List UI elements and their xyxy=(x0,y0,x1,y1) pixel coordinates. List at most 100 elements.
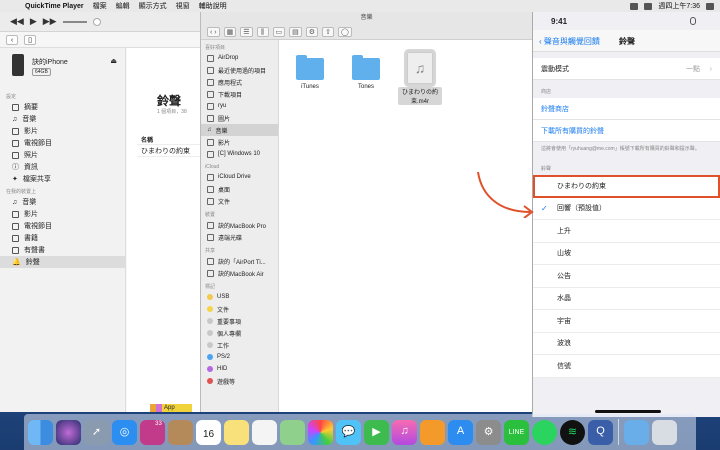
sidebar-tag-games[interactable]: 遊戲等 xyxy=(201,375,278,387)
sidebar-item-documents[interactable]: 文件 xyxy=(201,195,278,207)
sidebar-item-movies[interactable]: 影片 xyxy=(201,136,278,148)
contacts-icon[interactable] xyxy=(168,419,193,445)
tone-item[interactable]: 山坡 xyxy=(533,242,720,265)
messages-icon[interactable]: 💬 xyxy=(336,419,361,445)
photos-icon[interactable] xyxy=(308,419,333,445)
view-list-button[interactable]: ☰ xyxy=(240,26,253,37)
photos-browser-icon[interactable]: 33 xyxy=(140,419,165,445)
device-header[interactable]: 訣的iPhone 64GB ⏏ xyxy=(0,48,125,90)
sidebar-item-music[interactable]: ♫ 音樂 xyxy=(0,113,125,125)
sidebar-item-desktop[interactable]: 桌面 xyxy=(201,183,278,195)
eject-icon[interactable]: ⏏ xyxy=(110,57,117,65)
tone-item-highlighted[interactable]: ひまわりの約束 xyxy=(533,175,720,198)
device-item-music[interactable]: ♫ 音樂 xyxy=(0,196,125,208)
trash-icon[interactable] xyxy=(652,419,677,445)
quicktime-icon[interactable]: Q xyxy=(588,419,613,445)
sidebar-item-tv[interactable]: 電視節目 xyxy=(0,137,125,149)
sidebar-tag-documents[interactable]: 文件 xyxy=(201,303,278,315)
tone-item[interactable]: 公告 xyxy=(533,265,720,288)
menu-window[interactable]: 視窗 xyxy=(176,1,190,11)
tag-button[interactable]: ◯ xyxy=(338,26,352,37)
sidebar-tag-personal[interactable]: 個人專欄 xyxy=(201,327,278,339)
system-preferences-icon[interactable]: ⚙ xyxy=(476,419,501,445)
sidebar-item-music[interactable]: ♫ 音樂 xyxy=(201,124,278,136)
app-store-icon[interactable]: A xyxy=(448,419,473,445)
device-item-audiobooks[interactable]: 有聲書 xyxy=(0,244,125,256)
tone-item[interactable]: 信號 xyxy=(533,355,720,378)
sidebar-item-info[interactable]: ⓘ 資訊 xyxy=(0,161,125,173)
sidebar-item-macbook-pro[interactable]: 訣的MacBook Pro xyxy=(201,219,278,231)
table-row[interactable]: ひまわりの約束 xyxy=(141,146,190,156)
vibration-cell[interactable]: 震動模式 一點 › xyxy=(533,58,720,80)
play-icon[interactable]: ▶ xyxy=(30,16,37,27)
sidebar-item-airdrop[interactable]: AirDrop xyxy=(201,52,278,64)
wifi-icon[interactable] xyxy=(630,2,639,10)
device-item-tones[interactable]: 🔔 鈴聲 xyxy=(0,256,125,268)
spotify-icon[interactable]: ≋ xyxy=(560,419,585,445)
siri-icon[interactable] xyxy=(56,419,81,445)
sidebar-tag-usb[interactable]: USB xyxy=(201,291,278,303)
volume-slider[interactable] xyxy=(62,20,87,23)
sidebar-item-windows[interactable]: [C] Windows 10 xyxy=(201,148,278,160)
device-item-tv[interactable]: 電視節目 xyxy=(0,220,125,232)
share-button[interactable]: ⇧ xyxy=(322,26,335,37)
reminders-icon[interactable] xyxy=(252,419,277,445)
launchpad-icon[interactable]: ➚ xyxy=(84,419,109,445)
sidebar-item-applications[interactable]: 應用程式 xyxy=(201,76,278,88)
sidebar-item-summary[interactable]: 摘要 xyxy=(0,101,125,113)
maps-icon[interactable] xyxy=(280,419,305,445)
device-item-movies[interactable]: 影片 xyxy=(0,208,125,220)
sidebar-item-photos[interactable]: 照片 xyxy=(0,149,125,161)
device-item-books[interactable]: 書籍 xyxy=(0,232,125,244)
folder-tones[interactable]: Tones xyxy=(344,55,388,90)
menu-app-name[interactable]: QuickTime Player xyxy=(25,3,84,10)
line-icon[interactable]: LINE xyxy=(504,419,529,445)
sidebar-item-recents[interactable]: 最近使用過的項目 xyxy=(201,64,278,76)
itunes-icon[interactable]: ♫ xyxy=(392,419,417,445)
whatsapp-icon[interactable] xyxy=(532,419,557,445)
rewind-icon[interactable]: ◀◀ xyxy=(10,16,24,27)
device-icon[interactable]: ▯ xyxy=(24,34,36,45)
tone-item[interactable]: 水晶 xyxy=(533,287,720,310)
notes-icon[interactable] xyxy=(224,419,249,445)
facetime-icon[interactable]: ▶ xyxy=(364,419,389,445)
sidebar-item-file-sharing[interactable]: ✦ 檔案共享 xyxy=(0,173,125,185)
safari-icon[interactable]: ◎ xyxy=(112,419,137,445)
back-icon[interactable]: ‹ xyxy=(6,34,18,45)
downloads-folder-icon[interactable] xyxy=(624,419,649,445)
sidebar-item-home[interactable]: ryu xyxy=(201,100,278,112)
tone-item[interactable]: ✓ 回響（預設值） xyxy=(533,197,720,220)
volume-knob[interactable] xyxy=(92,17,101,26)
sidebar-item-pictures[interactable]: 圖片 xyxy=(201,112,278,124)
menu-edit[interactable]: 編輯 xyxy=(116,1,130,11)
sidebar-tag-work[interactable]: 工作 xyxy=(201,339,278,351)
column-header-name[interactable]: 名稱 xyxy=(141,135,153,144)
sidebar-item-downloads[interactable]: 下載項目 xyxy=(201,88,278,100)
sidebar-tag-ps2[interactable]: PS/2 xyxy=(201,351,278,363)
books-icon[interactable] xyxy=(420,419,445,445)
tone-item[interactable]: 宇宙 xyxy=(533,310,720,333)
view-icons-button[interactable]: ▦ xyxy=(223,26,237,37)
forward-icon[interactable]: ▶▶ xyxy=(43,16,57,27)
menu-help[interactable]: 輔助說明 xyxy=(199,1,227,11)
back-button[interactable]: ‹ 聲音與觸覺回饋 xyxy=(539,36,600,47)
download-purchased-link[interactable]: 下載所有購買的鈴聲 xyxy=(533,120,720,142)
menu-view[interactable]: 顯示方式 xyxy=(139,1,167,11)
home-indicator[interactable] xyxy=(595,410,661,413)
tone-item[interactable]: 波浪 xyxy=(533,332,720,355)
finder-icon[interactable] xyxy=(28,419,53,445)
sidebar-tag-important[interactable]: 重要事項 xyxy=(201,315,278,327)
back-forward-button[interactable]: ‹ › xyxy=(207,26,220,37)
view-gallery-button[interactable]: ▭ xyxy=(272,26,286,37)
calendar-icon[interactable]: 16 xyxy=(196,419,221,445)
sidebar-item-icloud-drive[interactable]: iCloud Drive xyxy=(201,171,278,183)
sidebar-item-airport[interactable]: 訣的「AirPort Ti... xyxy=(201,255,278,267)
sidebar-item-macbook-air[interactable]: 訣的MacBook Air xyxy=(201,267,278,279)
sidebar-item-movies[interactable]: 影片 xyxy=(0,125,125,137)
tone-item[interactable]: 上升 xyxy=(533,220,720,243)
view-columns-button[interactable]: ⫼ xyxy=(256,26,269,37)
battery-icon[interactable] xyxy=(644,2,653,10)
folder-itunes[interactable]: iTunes xyxy=(288,55,332,90)
menu-clock[interactable]: 週四上午7:36 xyxy=(658,1,700,11)
file-ringtone[interactable]: ♫ ひまわりの約束.m4r xyxy=(398,52,442,105)
